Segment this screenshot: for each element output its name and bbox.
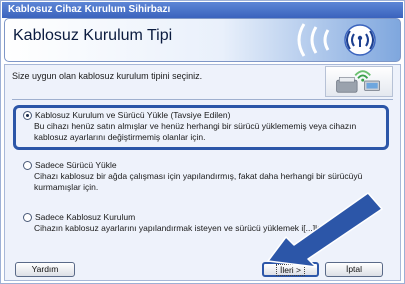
option-label: Sadece Sürücü Yükle: [35, 160, 117, 170]
radio-install-driver-only[interactable]: [23, 161, 32, 170]
dialog-panel: Size uygun olan kablosuz kurulum tipini …: [4, 64, 401, 281]
page-title: Kablosuz Kurulum Tipi: [13, 27, 173, 44]
option-label: Sadece Kablosuz Kurulum: [35, 212, 136, 222]
radio-wireless-setup-only[interactable]: [23, 213, 32, 222]
instruction-text: Size uygun olan kablosuz kurulum tipini …: [12, 71, 203, 81]
next-button-label: İleri >: [275, 264, 306, 276]
option-wireless-setup-only[interactable]: Sadece Kablosuz Kurulum Cihazın kablosuz…: [23, 212, 383, 234]
wifi-signal-icon: [297, 23, 376, 57]
option-description-line: kablosuz ayarlarını değiştirmemiş olanla…: [34, 132, 206, 142]
header-banner: Kablosuz Kurulum Tipi: [4, 18, 401, 62]
next-button[interactable]: İleri >: [262, 262, 319, 277]
separator: [12, 99, 393, 100]
option-description-line: kurmamışlar için.: [34, 182, 99, 192]
window-title: Kablosuz Cihaz Kurulum Sihirbazı: [2, 2, 403, 18]
wizard-window: Kablosuz Cihaz Kurulum Sihirbazı Kablosu…: [0, 0, 405, 284]
radio-install-wireless-and-driver[interactable]: [23, 111, 32, 120]
help-button[interactable]: Yardım: [15, 262, 75, 277]
option-description-line: Cihazı kablosuz bir ağda çalışması için …: [34, 171, 363, 181]
wireless-setup-illustration-icon: [325, 66, 393, 97]
option-description-line: Bu cihazı henüz satın almışlar ve henüz …: [34, 121, 357, 131]
option-install-driver-only[interactable]: Sadece Sürücü Yükle Cihazı kablosuz bir …: [23, 160, 383, 193]
option-description-line: Cihazın kablosuz ayarlarını yapılandırma…: [34, 223, 343, 233]
option-install-wireless-and-driver[interactable]: Kablosuz Kurulum ve Sürücü Yükle (Tavsiy…: [23, 110, 383, 143]
cancel-button[interactable]: İptal: [325, 262, 383, 277]
option-label: Kablosuz Kurulum ve Sürücü Yükle (Tavsiy…: [35, 110, 231, 120]
